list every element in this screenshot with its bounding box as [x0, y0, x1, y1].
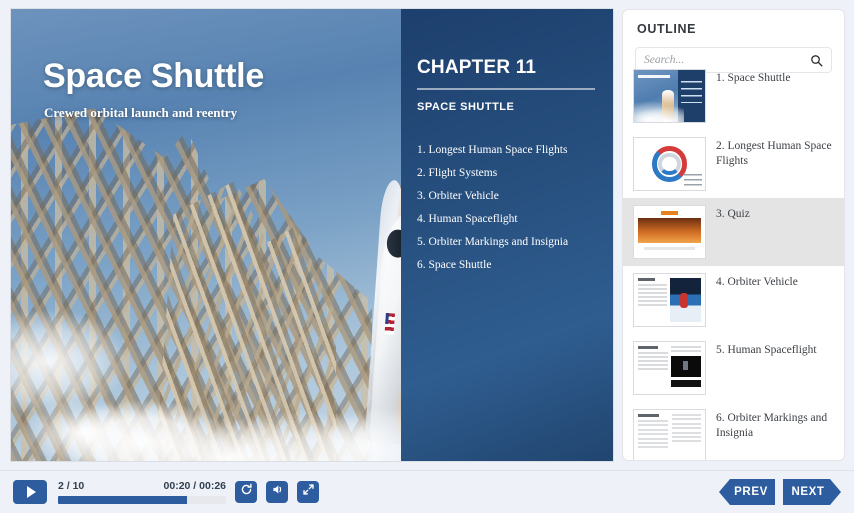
volume-button[interactable] — [266, 481, 288, 503]
time-display: 00:20 / 00:26 — [163, 480, 226, 492]
chapter-topic-item: 5. Orbiter Markings and Insignia — [417, 236, 569, 248]
outline-item-thumbnail — [633, 69, 706, 123]
outline-item[interactable]: 6. Orbiter Markings and Insignia — [623, 402, 844, 460]
chapter-divider — [417, 88, 595, 90]
outline-item-thumbnail — [633, 409, 706, 460]
chapter-panel: CHAPTER 11 SPACE SHUTTLE 1. Longest Huma… — [401, 9, 613, 461]
outline-item[interactable]: 4. Orbiter Vehicle — [623, 266, 844, 334]
prev-button[interactable]: PREV — [719, 479, 775, 505]
chapter-subtitle: SPACE SHUTTLE — [417, 101, 515, 113]
replay-button[interactable] — [235, 481, 257, 503]
outline-item-label: 2. Longest Human Space Flights — [716, 140, 832, 167]
fullscreen-button[interactable] — [297, 481, 319, 503]
slide-subtitle: Crewed orbital launch and reentry — [44, 105, 238, 120]
slide-title: Space Shuttle — [43, 57, 264, 95]
launch-tower-graphic — [11, 108, 373, 461]
outline-item[interactable]: 2. Longest Human Space Flights — [623, 130, 844, 198]
chapter-topic-item: 4. Human Spaceflight — [417, 213, 518, 225]
course-player: Space Shuttle Crewed orbital launch and … — [0, 0, 854, 513]
outline-item[interactable]: 5. Human Spaceflight — [623, 334, 844, 402]
chapter-topic-item: 2. Flight Systems — [417, 167, 498, 179]
outline-item-thumbnail — [633, 341, 706, 395]
outline-heading: OUTLINE — [637, 22, 697, 36]
outline-item-label: 3. Quiz — [716, 208, 750, 220]
outline-item-label: 4. Orbiter Vehicle — [716, 276, 798, 288]
outline-item-thumbnail — [633, 273, 706, 327]
progress-track[interactable] — [58, 496, 226, 504]
outline-item[interactable]: 3. Quiz — [623, 198, 844, 266]
replay-icon — [240, 483, 253, 501]
player-control-bar: 2 / 10 00:20 / 00:26 PREV NEXT — [0, 470, 854, 513]
launch-tower-secondary-graphic — [155, 180, 337, 461]
progress-fill — [58, 496, 188, 504]
play-icon — [26, 486, 36, 498]
volume-icon — [271, 483, 284, 501]
chapter-topic-item: 6. Space Shuttle — [417, 259, 492, 271]
chapter-topic-item: 3. Orbiter Vehicle — [417, 190, 499, 202]
outline-panel: OUTLINE 1. Space Shuttle 2. Longest Human… — [622, 9, 845, 461]
progress-area: 2 / 10 00:20 / 00:26 — [58, 480, 226, 504]
outline-item[interactable]: 1. Space Shuttle — [623, 62, 844, 130]
progress-labels: 2 / 10 00:20 / 00:26 — [58, 480, 226, 492]
outline-item-thumbnail — [633, 137, 706, 191]
chapter-topic-list: 1. Longest Human Space Flights 2. Flight … — [417, 139, 613, 277]
chapter-topic-item: 1. Longest Human Space Flights — [417, 144, 568, 156]
us-flag-icon — [384, 312, 395, 335]
next-button[interactable]: NEXT — [783, 479, 841, 505]
chapter-title: CHAPTER 11 — [417, 57, 537, 78]
outline-item-thumbnail — [633, 205, 706, 259]
outline-item-label: 1. Space Shuttle — [716, 72, 791, 84]
player-stage: Space Shuttle Crewed orbital launch and … — [0, 0, 854, 470]
outline-item-label: 6. Orbiter Markings and Insignia — [716, 412, 828, 439]
slide-canvas: Space Shuttle Crewed orbital launch and … — [11, 9, 613, 461]
slide-counter: 2 / 10 — [58, 480, 85, 492]
fullscreen-icon — [302, 483, 315, 501]
outline-item-list[interactable]: 1. Space Shuttle 2. Longest Human Space F… — [623, 62, 844, 460]
outline-item-label: 5. Human Spaceflight — [716, 344, 817, 356]
play-button[interactable] — [13, 480, 47, 504]
